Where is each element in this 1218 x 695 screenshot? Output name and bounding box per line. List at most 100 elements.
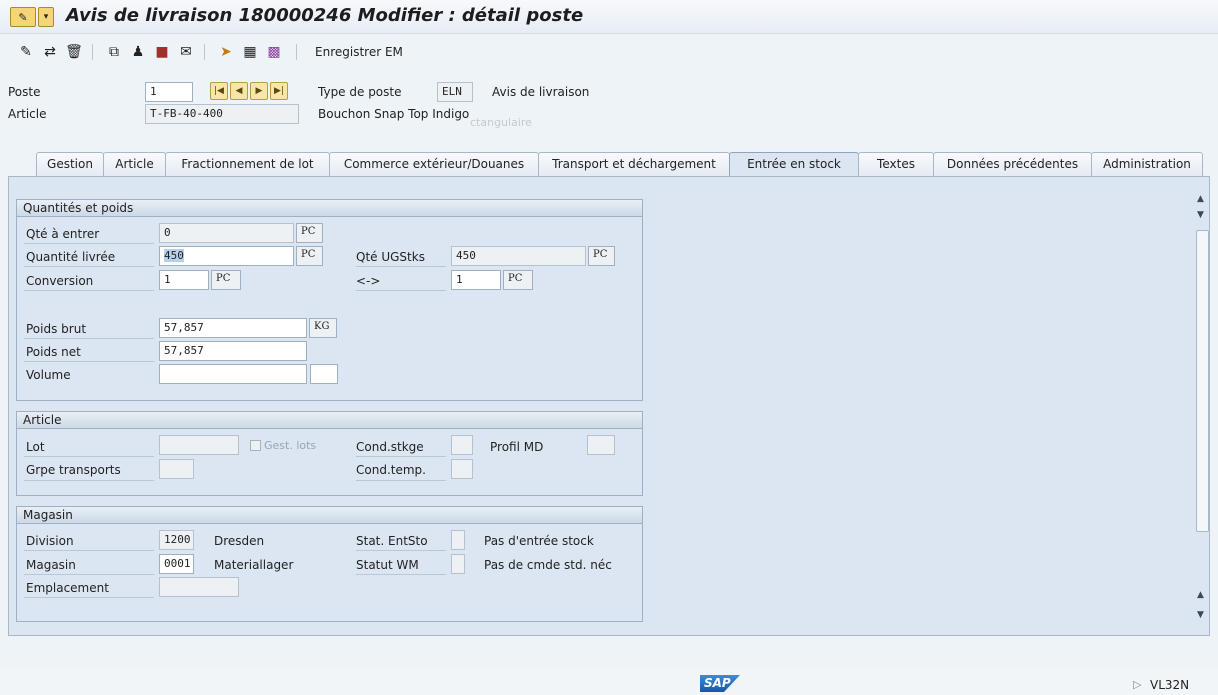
application-toolbar: ✎ ⇄ 🗑 ⧉ ♟ ■ ✉ ➤ ▦ ▩ Enregistrer EM — [0, 35, 1218, 71]
article-field: T-FB-40-400 — [145, 104, 299, 124]
statut-wm-field — [451, 554, 465, 574]
quantite-livree-field[interactable]: 450 — [159, 246, 294, 266]
qte-entrer-unit: PC — [296, 223, 323, 243]
tab-transport[interactable]: Transport et déchargement — [538, 152, 730, 176]
group-title: Quantités et poids — [17, 200, 642, 217]
tab-gestion[interactable]: Gestion — [36, 152, 104, 176]
stat-entsto-desc: Pas d'entrée stock — [484, 534, 594, 548]
status-bar — [0, 668, 1218, 695]
grid-icon[interactable]: ▩ — [264, 42, 284, 62]
row-line — [356, 266, 446, 267]
scroll-up-icon[interactable]: ▲ — [1197, 590, 1204, 600]
row-line — [24, 480, 154, 481]
article-desc-ghost: ctangulaire — [470, 116, 532, 129]
stat-entsto-label: Stat. EntSto — [356, 534, 428, 548]
poids-net-field[interactable]: 57,857 — [159, 341, 307, 361]
row-line — [356, 574, 446, 575]
division-desc: Dresden — [214, 534, 265, 548]
toolbar-separator — [92, 44, 93, 60]
gest-lots-checkbox — [250, 440, 261, 451]
poids-brut-unit[interactable]: KG — [309, 318, 337, 338]
row-line — [24, 574, 154, 575]
conversion-label: Conversion — [26, 274, 94, 288]
article-label: Article — [8, 107, 47, 121]
previous-item-icon[interactable]: ◀ — [230, 82, 248, 100]
pick-icon[interactable]: ➤ — [216, 42, 236, 62]
emplacement-field — [159, 577, 239, 597]
row-line — [24, 361, 154, 362]
tab-donnees-precedentes[interactable]: Données précédentes — [933, 152, 1092, 176]
first-item-icon[interactable]: |◀ — [210, 82, 228, 100]
vertical-scrollbar[interactable]: ▲ ▼ ▲ ▼ — [1194, 186, 1210, 632]
cond-temp-field — [451, 459, 473, 479]
next-item-icon[interactable]: ▶ — [250, 82, 268, 100]
cond-stkge-label: Cond.stkge — [356, 440, 424, 454]
poste-field[interactable]: 1 — [145, 82, 193, 102]
tab-fractionnement[interactable]: Fractionnement de lot — [165, 152, 330, 176]
delete-icon[interactable]: 🗑 — [64, 42, 84, 62]
row-line — [24, 338, 154, 339]
qte-entrer-field: 0 — [159, 223, 294, 243]
transaction-code: VL32N — [1150, 678, 1190, 692]
group-title: Magasin — [17, 507, 642, 524]
emplacement-label: Emplacement — [26, 581, 109, 595]
grpe-transports-field — [159, 459, 194, 479]
conversion-field[interactable]: 1 — [159, 270, 209, 290]
poids-net-label: Poids net — [26, 345, 81, 359]
conversion2-field[interactable]: 1 — [451, 270, 501, 290]
status-expand-icon[interactable]: ▷ — [1133, 678, 1141, 691]
row-line — [356, 480, 446, 481]
profil-md-label: Profil MD — [490, 440, 544, 454]
partner-icon[interactable]: ♟ — [128, 42, 148, 62]
tab-commerce-exterieur[interactable]: Commerce extérieur/Douanes — [329, 152, 539, 176]
cond-stkge-field — [451, 435, 473, 455]
profil-md-field — [587, 435, 615, 455]
poids-brut-label: Poids brut — [26, 322, 87, 336]
scrollbar-thumb[interactable] — [1196, 230, 1209, 532]
statut-wm-label: Statut WM — [356, 558, 419, 572]
group-article: Article — [16, 411, 643, 496]
row-line — [24, 550, 154, 551]
type-poste-desc: Avis de livraison — [492, 85, 590, 99]
app-menu-icon[interactable]: ✎ — [10, 7, 36, 27]
qte-ugstks-unit: PC — [588, 246, 615, 266]
lot-label: Lot — [26, 440, 45, 454]
planning-icon[interactable]: ▦ — [240, 42, 260, 62]
magasin-label: Magasin — [26, 558, 76, 572]
display-change-icon[interactable]: ⇄ — [40, 42, 60, 62]
poids-brut-field[interactable]: 57,857 — [159, 318, 307, 338]
row-line — [356, 290, 446, 291]
quantite-livree-unit[interactable]: PC — [296, 246, 323, 266]
texts-icon[interactable]: ✉ — [176, 42, 196, 62]
scroll-down-icon[interactable]: ▼ — [1197, 610, 1204, 620]
cond-temp-label: Cond.temp. — [356, 463, 426, 477]
poste-label: Poste — [8, 85, 41, 99]
tab-strip: Gestion Article Fractionnement de lot Co… — [0, 152, 1218, 176]
row-line — [24, 290, 154, 291]
conversion2-unit: PC — [503, 270, 533, 290]
scroll-down-icon[interactable]: ▼ — [1197, 210, 1204, 220]
stat-entsto-field — [451, 530, 465, 550]
tab-article[interactable]: Article — [103, 152, 166, 176]
magasin-desc: Materiallager — [214, 558, 294, 572]
row-line — [24, 243, 154, 244]
magasin-field[interactable]: 0001 — [159, 554, 194, 574]
tab-entree-stock[interactable]: Entrée en stock — [729, 152, 859, 176]
window-title: Avis de livraison 180000246 Modifier : d… — [66, 5, 584, 26]
volume-field[interactable] — [159, 364, 307, 384]
enregistrer-em-button[interactable]: Enregistrer EM — [315, 45, 403, 59]
system-menu-icon[interactable]: ▾ — [38, 7, 54, 27]
tab-textes[interactable]: Textes — [858, 152, 934, 176]
edit-icon[interactable]: ✎ — [16, 42, 36, 62]
conversion-unit: PC — [211, 270, 241, 290]
copy-icon[interactable]: ⧉ — [104, 42, 124, 62]
row-line — [24, 266, 154, 267]
scroll-up-icon[interactable]: ▲ — [1197, 194, 1204, 204]
stock-icon[interactable]: ■ — [152, 42, 172, 62]
row-line — [356, 456, 446, 457]
volume-unit-field[interactable] — [310, 364, 338, 384]
last-item-icon[interactable]: ▶| — [270, 82, 288, 100]
tab-administration[interactable]: Administration — [1091, 152, 1203, 176]
type-poste-field: ELN — [437, 82, 473, 102]
division-field: 1200 — [159, 530, 194, 550]
